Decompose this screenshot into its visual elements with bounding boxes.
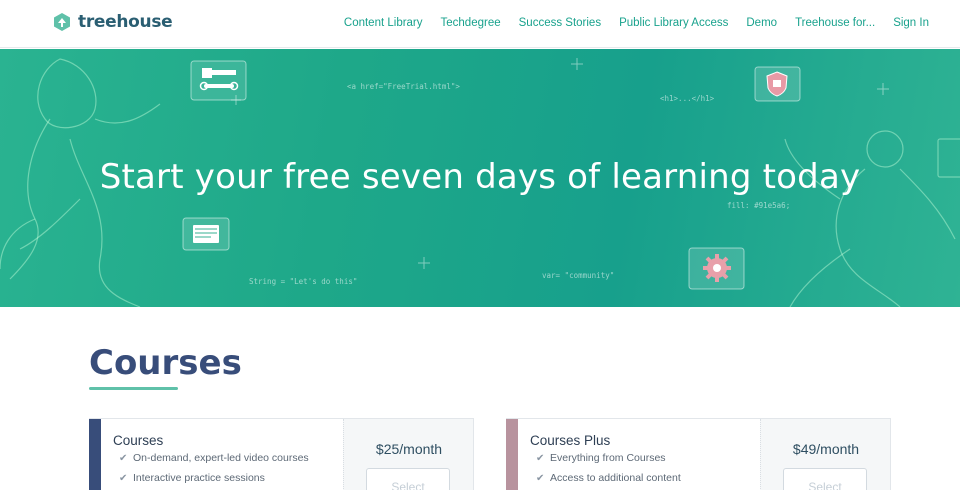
select-button[interactable]: Select	[783, 468, 867, 490]
select-button[interactable]: Select	[366, 468, 450, 490]
price-panel: $49/month Select	[760, 419, 890, 490]
tools-icon	[190, 60, 247, 101]
plan-feature: ✔ On-demand, expert-led video courses	[119, 452, 309, 464]
gear-icon	[688, 247, 745, 290]
heading-underline	[89, 387, 178, 390]
check-icon: ✔	[536, 473, 545, 484]
plan-name: Courses	[113, 433, 164, 448]
plan-accent-bar	[89, 419, 101, 490]
courses-heading: Courses	[89, 343, 242, 383]
shield-icon	[754, 66, 801, 102]
code-window-icon	[182, 217, 230, 251]
nav-public-library-access[interactable]: Public Library Access	[619, 17, 728, 29]
feature-text: Interactive practice sessions	[133, 472, 265, 484]
feature-text: Everything from Courses	[550, 452, 666, 464]
logo-text: treehouse	[78, 12, 173, 32]
plan-accent-bar	[506, 419, 518, 490]
nav-treehouse-for[interactable]: Treehouse for...	[795, 17, 875, 29]
plan-feature: ✔ Interactive practice sessions	[119, 472, 265, 484]
plan-price: $49/month	[792, 441, 860, 457]
code-snippet-string: String = "Let's do this"	[249, 277, 358, 286]
check-icon: ✔	[536, 453, 545, 464]
plan-feature: ✔ Access to additional content	[536, 472, 681, 484]
feature-text: On-demand, expert-led video courses	[133, 452, 309, 464]
code-snippet-a-href: <a href="FreeTrial.html">	[347, 82, 460, 91]
code-snippet-var: var= "community"	[542, 271, 615, 280]
check-icon: ✔	[119, 473, 128, 484]
hero-banner: <a href="FreeTrial.html"> <h1>...</h1> f…	[0, 49, 960, 307]
plan-feature: ✔ Everything from Courses	[536, 452, 666, 464]
treehouse-logo-icon	[54, 13, 70, 31]
treehouse-logo[interactable]: treehouse	[52, 12, 173, 32]
nav-sign-in[interactable]: Sign In	[893, 17, 929, 29]
price-panel: $25/month Select	[343, 419, 473, 490]
main-nav: Content Library Techdegree Success Stori…	[344, 17, 929, 29]
code-snippet-h1: <h1>...</h1>	[660, 94, 715, 103]
nav-content-library[interactable]: Content Library	[344, 17, 423, 29]
plan-card-courses-plus: Courses Plus ✔ Everything from Courses ✔ A…	[506, 418, 891, 490]
plan-name: Courses Plus	[530, 433, 611, 448]
plan-price: $25/month	[375, 441, 443, 457]
feature-text: Access to additional content	[550, 472, 681, 484]
site-header: treehouse Content Library Techdegree Suc…	[0, 0, 960, 48]
code-snippet-fill: fill: #91e5a6;	[727, 201, 791, 210]
check-icon: ✔	[119, 453, 128, 464]
hero-title: Start your free seven days of learning t…	[99, 157, 861, 197]
nav-success-stories[interactable]: Success Stories	[519, 17, 601, 29]
plan-card-courses: Courses ✔ On-demand, expert-led video cou…	[89, 418, 474, 490]
nav-techdegree[interactable]: Techdegree	[441, 17, 501, 29]
nav-demo[interactable]: Demo	[746, 17, 777, 29]
